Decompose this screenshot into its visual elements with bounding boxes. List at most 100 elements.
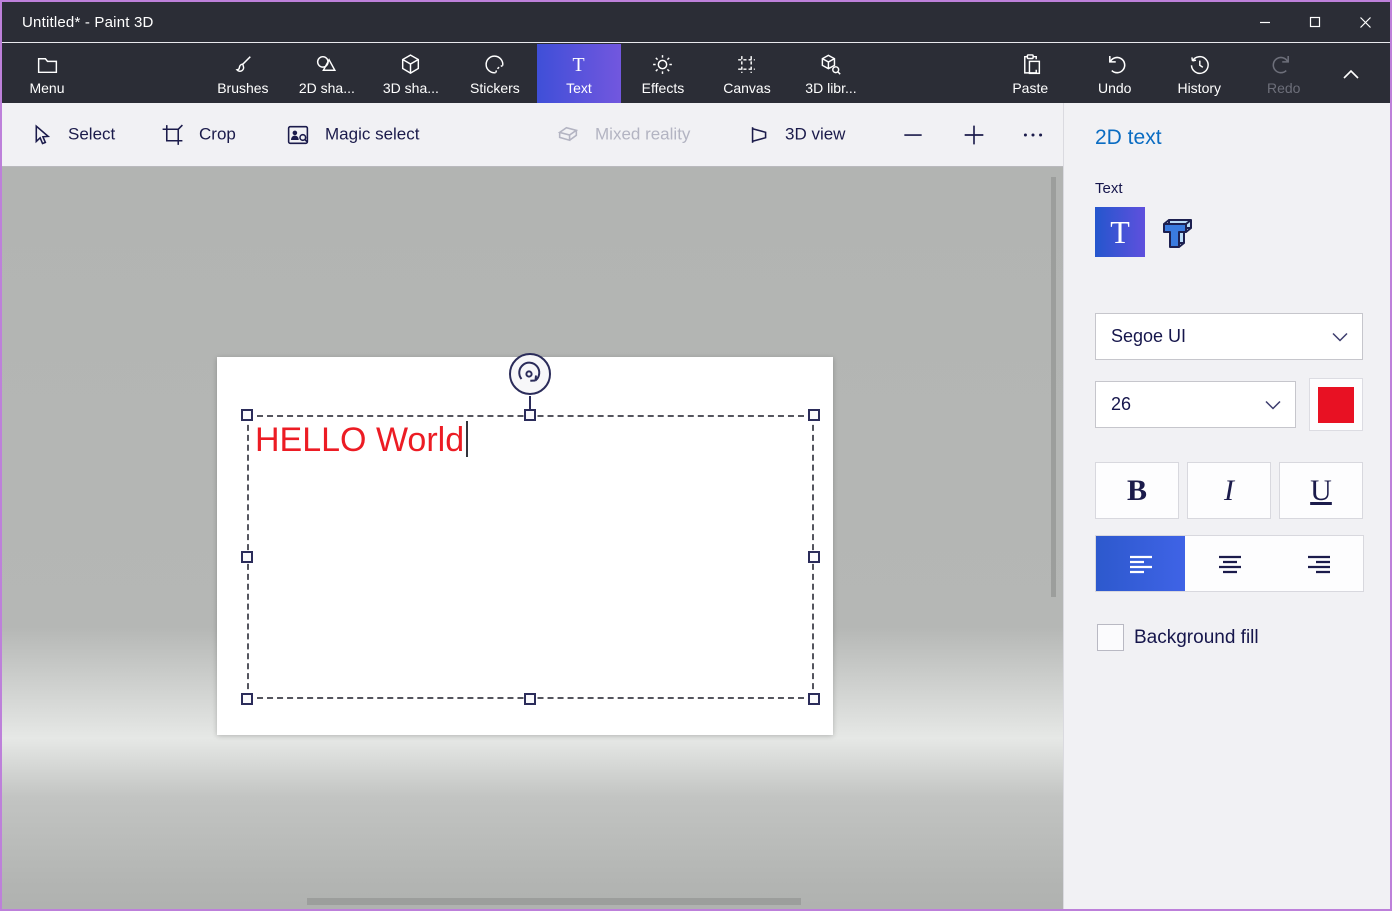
canvas-viewport[interactable]: HELLO World (2, 167, 1063, 909)
minimize-icon (1259, 16, 1271, 28)
tab-text[interactable]: T Text (537, 44, 621, 103)
vertical-scrollbar[interactable] (1051, 177, 1056, 597)
font-family-value: Segoe UI (1111, 326, 1186, 347)
horizontal-scrollbar[interactable] (307, 898, 801, 905)
tab-brushes[interactable]: Brushes (201, 44, 285, 103)
3d-library-icon (818, 52, 843, 77)
tab-label: Canvas (723, 80, 770, 96)
tab-label: 3D libr... (805, 80, 856, 96)
3d-text-icon (1157, 214, 1197, 252)
effects-icon (650, 52, 675, 77)
more-options-button[interactable] (1020, 122, 1046, 148)
window-controls (1240, 2, 1390, 42)
resize-handle-bottom-right[interactable] (808, 693, 820, 705)
minus-icon (900, 122, 926, 148)
bold-button[interactable]: B (1095, 462, 1179, 519)
ellipsis-icon (1020, 122, 1046, 148)
underline-button[interactable]: U (1279, 462, 1363, 519)
resize-handle-bottom-left[interactable] (241, 693, 253, 705)
2d-text-glyph: T (1110, 214, 1130, 251)
tab-canvas[interactable]: Canvas (705, 44, 789, 103)
history-icon (1187, 52, 1212, 77)
crop-tool[interactable]: Crop (160, 122, 236, 147)
menu-label: Menu (29, 80, 64, 96)
paste-button[interactable]: Paste (988, 44, 1073, 103)
redo-button[interactable]: Redo (1241, 44, 1326, 103)
brush-icon (230, 52, 255, 77)
resize-handle-top-left[interactable] (241, 409, 253, 421)
history-button[interactable]: History (1157, 44, 1242, 103)
tab-effects[interactable]: Effects (621, 44, 705, 103)
paint3d-window: Untitled* - Paint 3D Menu (0, 0, 1392, 911)
undo-button[interactable]: Undo (1072, 44, 1157, 103)
resize-handle-middle-left[interactable] (241, 551, 253, 563)
minimize-button[interactable] (1240, 2, 1290, 42)
redo-icon (1271, 52, 1296, 77)
collapse-ribbon-button[interactable] (1326, 44, 1376, 103)
align-right-button[interactable] (1274, 536, 1363, 591)
align-center-button[interactable] (1185, 536, 1274, 591)
tab-label: 3D sha... (383, 80, 439, 96)
rotation-handle[interactable] (508, 352, 552, 396)
close-button[interactable] (1340, 2, 1390, 42)
tab-3d-library[interactable]: 3D libr... (789, 44, 873, 103)
tab-label: 2D sha... (299, 80, 355, 96)
chevron-up-icon (1341, 67, 1361, 81)
canvas-text-value: HELLO World (255, 421, 464, 459)
action-label: Redo (1267, 80, 1300, 96)
text-selection-box[interactable]: HELLO World (247, 415, 814, 699)
maximize-button[interactable] (1290, 2, 1340, 42)
panel-title: 2D text (1095, 126, 1162, 150)
3d-shapes-icon (398, 52, 423, 77)
mixed-reality-tool[interactable]: Mixed reality (555, 122, 690, 147)
font-family-select[interactable]: Segoe UI (1095, 313, 1363, 360)
titlebar: Untitled* - Paint 3D (2, 2, 1390, 43)
action-label: Paste (1012, 80, 1048, 96)
paste-icon (1018, 52, 1043, 77)
tab-2d-shapes[interactable]: 2D sha... (285, 44, 369, 103)
magic-select-icon (285, 122, 311, 147)
select-tool[interactable]: Select (29, 122, 115, 147)
3d-text-type-button[interactable] (1156, 213, 1198, 253)
font-size-select[interactable]: 26 (1095, 381, 1296, 428)
underline-label: U (1310, 474, 1332, 508)
tab-3d-shapes[interactable]: 3D sha... (369, 44, 453, 103)
resize-handle-bottom-center[interactable] (524, 693, 536, 705)
background-fill-checkbox[interactable] (1097, 624, 1124, 651)
tab-label: Brushes (217, 80, 268, 96)
chevron-down-icon (1330, 330, 1350, 344)
canvas-text[interactable]: HELLO World (255, 421, 468, 460)
resize-handle-top-center[interactable] (524, 409, 536, 421)
chevron-down-icon (1263, 398, 1283, 412)
tool-label: 3D view (785, 125, 845, 145)
zoom-out-button[interactable] (900, 122, 926, 148)
resize-handle-top-right[interactable] (808, 409, 820, 421)
action-label: History (1177, 80, 1221, 96)
3d-view-icon (746, 122, 771, 147)
3d-view-tool[interactable]: 3D view (746, 122, 845, 147)
maximize-icon (1309, 16, 1321, 28)
stickers-icon (482, 52, 507, 77)
text-section-label: Text (1095, 180, 1123, 197)
select-cursor-icon (29, 122, 54, 147)
close-icon (1359, 16, 1372, 29)
magic-select-tool[interactable]: Magic select (285, 122, 419, 147)
menu-button[interactable]: Menu (16, 44, 78, 103)
undo-icon (1102, 52, 1127, 77)
text-color-swatch (1318, 387, 1354, 423)
zoom-in-button[interactable] (960, 121, 988, 149)
align-left-button[interactable] (1096, 536, 1185, 591)
text-color-button[interactable] (1309, 378, 1363, 431)
tool-label: Magic select (325, 125, 419, 145)
align-left-icon (1127, 553, 1155, 575)
plus-icon (960, 121, 988, 149)
rotate-icon (508, 352, 552, 396)
resize-handle-middle-right[interactable] (808, 551, 820, 563)
ribbon: Menu Brushes 2D sha... 3D sha... (2, 44, 1390, 103)
tool-label: Crop (199, 125, 236, 145)
2d-shapes-icon (314, 52, 339, 77)
2d-text-type-button[interactable]: T (1095, 207, 1145, 257)
tab-stickers[interactable]: Stickers (453, 44, 537, 103)
italic-button[interactable]: I (1187, 462, 1271, 519)
text-options-panel: 2D text Text T Segoe UI 26 B I U (1063, 103, 1390, 909)
